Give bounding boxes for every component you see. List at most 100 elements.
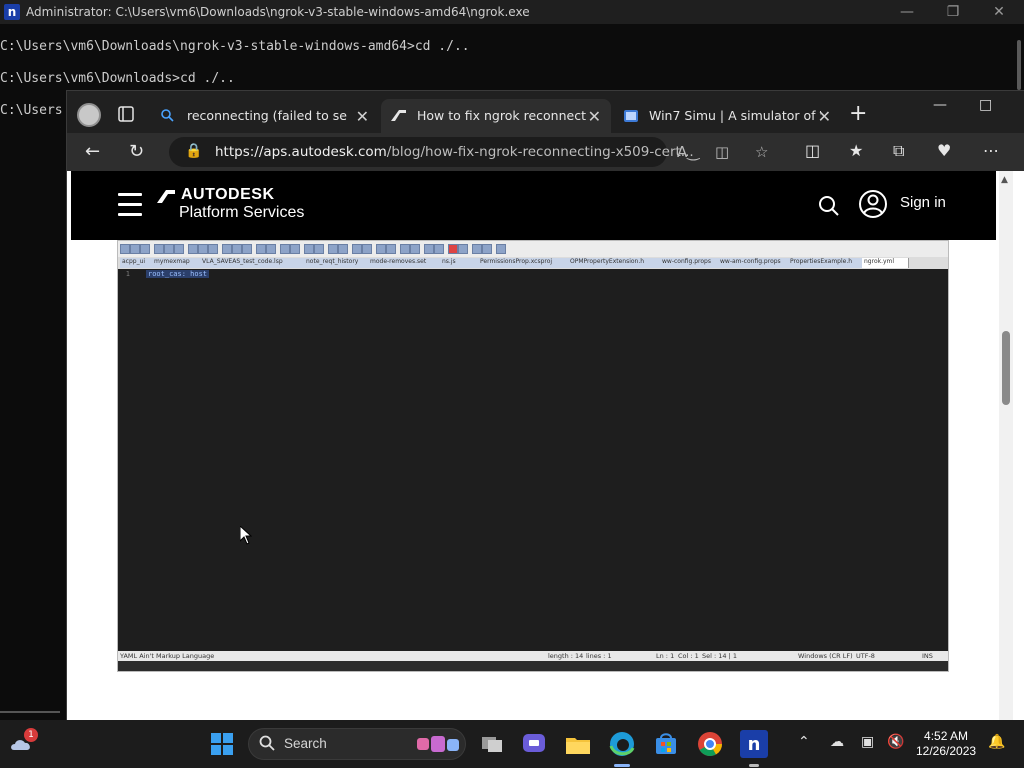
terminal-line: C:\Users\vm6\Downloads\ngrok-v3-stable-w… xyxy=(0,39,470,54)
autodesk-icon xyxy=(391,110,406,121)
close-tab-icon[interactable]: ✕ xyxy=(356,107,369,126)
lock-icon[interactable]: 🔒 xyxy=(185,143,202,159)
show-hidden-icons-chevron-icon[interactable]: ⌃ xyxy=(798,734,810,750)
new-tab-button[interactable]: + xyxy=(849,103,867,125)
autodesk-header: AUTODESK Platform Services Sign in xyxy=(71,171,996,240)
autodesk-logo-icon xyxy=(157,190,175,203)
terminal-divider xyxy=(0,711,60,713)
tab-win7-simu[interactable]: Win7 Simu | A simulator of Win ✕ xyxy=(613,99,841,133)
tab-label: Win7 Simu | A simulator of Win xyxy=(649,108,821,123)
search-icon xyxy=(259,735,275,751)
browser-essentials-icon[interactable]: ♥ xyxy=(937,141,951,160)
network-icon[interactable]: ▣ xyxy=(861,734,874,750)
editor-tab: PropertiesExample.h xyxy=(788,258,863,268)
volume-muted-icon[interactable]: 🔇 xyxy=(887,734,904,750)
maximize-button[interactable]: ❐ xyxy=(930,0,976,24)
page-scrollbar[interactable]: ▲ xyxy=(999,171,1013,721)
editor-tab: ns.js xyxy=(440,258,479,268)
url-bar[interactable]: 🔒 https://aps.autodesk.com/blog/how-fix-… xyxy=(169,137,768,167)
notifications-bell-icon[interactable]: 🔔 xyxy=(988,734,1005,750)
profile-avatar[interactable] xyxy=(77,103,101,127)
terminal-scrollbar-thumb[interactable] xyxy=(1017,40,1021,90)
close-button[interactable]: ✕ xyxy=(976,0,1022,24)
taskbar-search[interactable]: Search xyxy=(248,728,466,760)
editor-tab: mymexmap xyxy=(152,258,201,268)
editor-tab: ww-am-config.props xyxy=(718,258,789,268)
tab-label: How to fix ngrok reconnecting xyxy=(417,108,587,123)
edge-icon[interactable] xyxy=(608,730,636,758)
search-icon[interactable] xyxy=(818,195,840,217)
mouse-cursor-icon xyxy=(240,526,252,545)
back-button[interactable]: ← xyxy=(85,141,100,162)
browser-minimize-button[interactable]: — xyxy=(933,97,947,113)
url-text: https://aps.autodesk.com/blog/how-fix-ng… xyxy=(215,144,694,160)
logo-text-autodesk[interactable]: AUTODESK xyxy=(181,186,275,204)
ngrok-app-icon: n xyxy=(4,4,20,20)
split-screen-icon[interactable]: ◫ xyxy=(805,141,820,160)
windows-start-icon[interactable] xyxy=(208,730,236,758)
onedrive-icon[interactable]: ☁ xyxy=(830,734,844,750)
favorite-star-icon[interactable]: ☆ xyxy=(755,143,768,161)
tab-strip: reconnecting (failed to send au ✕ How to… xyxy=(67,91,1024,133)
task-view-icon[interactable] xyxy=(478,730,506,758)
editor-tab: acpp_ui xyxy=(120,258,153,268)
editor-tab: ww-config.props xyxy=(660,258,719,268)
ngrok-taskbar-icon[interactable]: n xyxy=(740,730,768,758)
editor-tab-strip: acpp_ui mymexmap VLA_SAVEAS_test_code.ls… xyxy=(118,257,948,269)
editor-tab: PermissionsProp.xcsproj xyxy=(478,258,569,268)
editor-status-bar: YAML Ain't Markup Language length : 14 l… xyxy=(118,651,948,661)
file-explorer-icon[interactable] xyxy=(564,730,592,758)
search-highlight-icon xyxy=(417,736,459,752)
close-tab-icon[interactable]: ✕ xyxy=(588,107,601,126)
terminal-line: C:\Users\vm6\Downloads>cd ./.. xyxy=(0,71,235,86)
article-screenshot-editor: acpp_ui mymexmap VLA_SAVEAS_test_code.ls… xyxy=(117,240,949,672)
page-content: AUTODESK Platform Services Sign in acpp_… xyxy=(67,171,1024,721)
microsoft-store-icon[interactable] xyxy=(652,730,680,758)
clock-time: 4:52 AM xyxy=(924,729,969,743)
edge-active-indicator xyxy=(614,764,630,767)
editor-gutter: 1 xyxy=(118,269,138,649)
editor-tab: mode-removes.set xyxy=(368,258,441,268)
tab-label: reconnecting (failed to send au xyxy=(187,108,347,123)
editor-tab: VLA_SAVEAS_test_code.lsp xyxy=(200,258,305,268)
tab-actions-icon[interactable] xyxy=(117,105,135,123)
tab-autodesk-article[interactable]: How to fix ngrok reconnecting ✕ xyxy=(381,99,611,133)
clock-date: 12/26/2023 xyxy=(916,744,977,758)
editor-tab: OPMPropertyExtension.h xyxy=(568,258,661,268)
scroll-up-arrow-icon[interactable]: ▲ xyxy=(1001,175,1008,185)
search-label: Search xyxy=(284,736,327,751)
logo-text-platform-services[interactable]: Platform Services xyxy=(179,204,304,222)
taskbar: 1 Search n ⌃ ☁ ▣ 🔇 4:52 AM 12/26/2023 🔔 xyxy=(0,720,1024,768)
immersive-reader-icon[interactable]: ◫ xyxy=(715,143,729,161)
chrome-icon[interactable] xyxy=(696,730,724,758)
edge-browser-window[interactable]: reconnecting (failed to send au ✕ How to… xyxy=(66,90,1024,722)
editor-tab: note_reqt_history xyxy=(304,258,369,268)
notification-badge: 1 xyxy=(24,728,38,742)
menu-icon[interactable] xyxy=(118,193,142,217)
editor-code-line: root_cas: host xyxy=(146,270,210,278)
terminal-title-bar[interactable]: n Administrator: C:\Users\vm6\Downloads\… xyxy=(0,0,1024,24)
read-aloud-icon[interactable]: A‿ xyxy=(677,143,699,161)
page-scrollbar-thumb[interactable] xyxy=(1002,331,1010,405)
editor-toolbar xyxy=(118,241,948,257)
favorites-icon[interactable]: ★ xyxy=(849,141,863,160)
address-bar-row: ← ↻ 🔒 https://aps.autodesk.com/blog/how-… xyxy=(67,133,1024,171)
minimize-button[interactable]: — xyxy=(884,0,930,24)
terminal-line: C:\Users xyxy=(0,103,63,118)
settings-more-icon[interactable]: ⋯ xyxy=(983,141,999,160)
teams-chat-icon[interactable] xyxy=(520,730,548,758)
user-icon[interactable] xyxy=(858,189,888,219)
globe-icon xyxy=(624,110,638,122)
clock[interactable]: 4:52 AM 12/26/2023 xyxy=(916,729,976,759)
ngrok-active-indicator xyxy=(749,764,759,767)
refresh-button[interactable]: ↻ xyxy=(129,141,144,162)
collections-icon[interactable]: ⧉ xyxy=(893,141,904,161)
browser-maximize-button[interactable]: □ xyxy=(979,97,992,113)
editor-tab-active: ngrok.yml xyxy=(862,258,909,268)
terminal-title: Administrator: C:\Users\vm6\Downloads\ng… xyxy=(26,5,530,19)
close-tab-icon[interactable]: ✕ xyxy=(818,107,831,126)
sign-in-link[interactable]: Sign in xyxy=(900,194,946,211)
tab-search[interactable]: reconnecting (failed to send au ✕ xyxy=(151,99,379,133)
editor-screenshot-taskbar xyxy=(118,661,948,671)
search-icon xyxy=(161,109,174,122)
